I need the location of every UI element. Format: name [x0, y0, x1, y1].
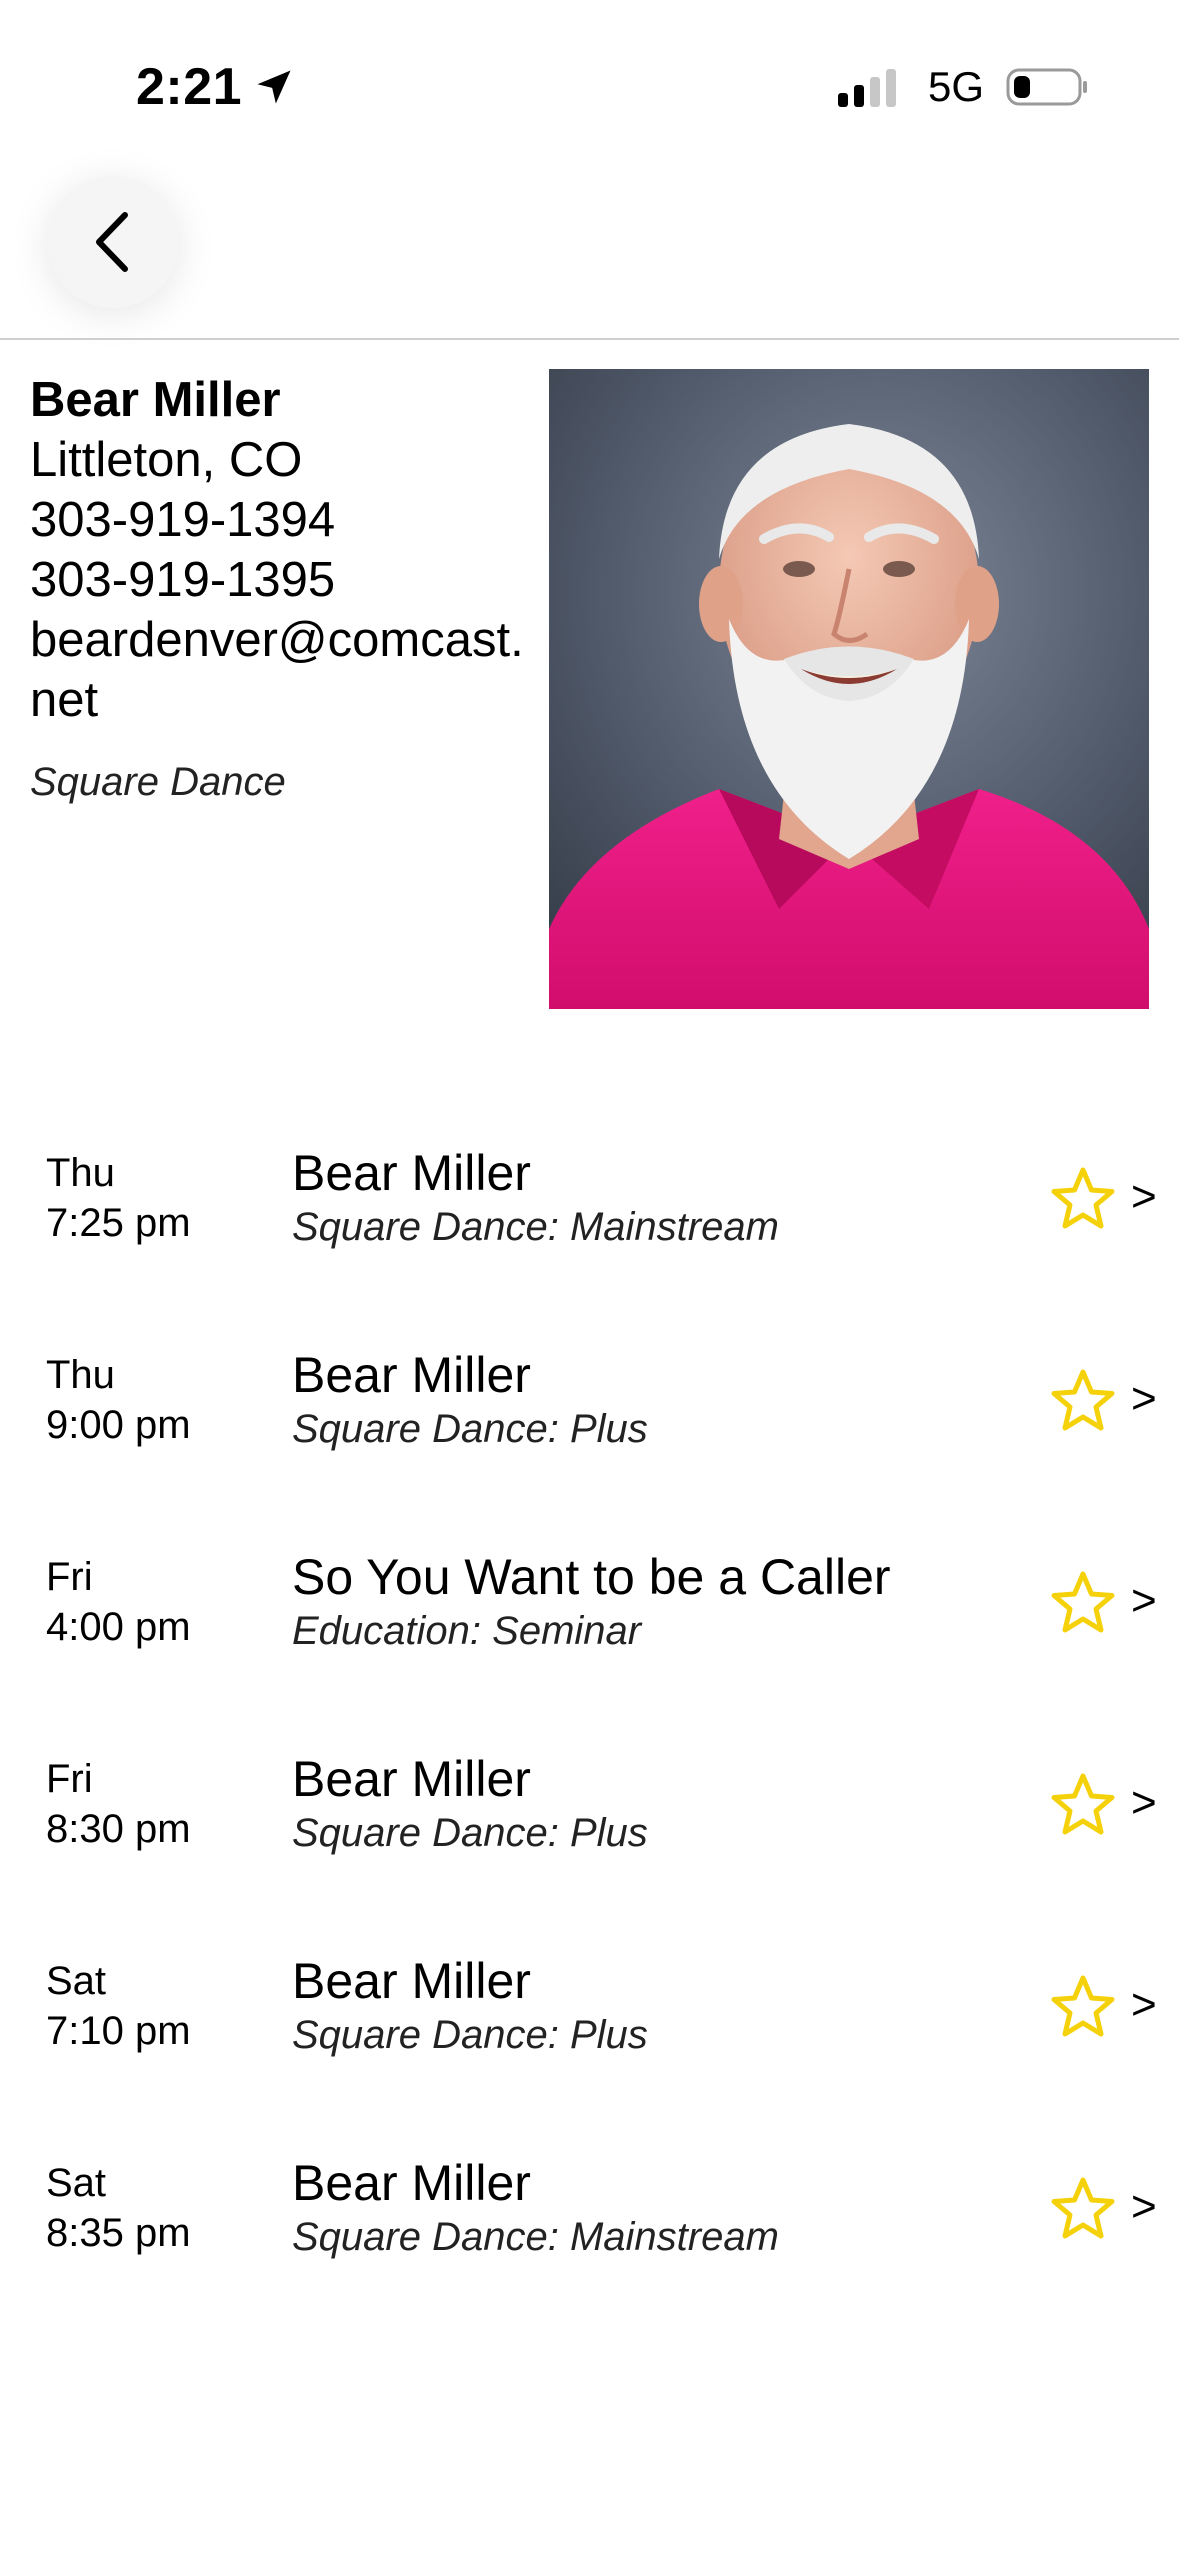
status-bar: 2:21 5G [0, 0, 1179, 170]
profile-info: Bear Miller Littleton, CO 303-919-1394 3… [30, 370, 550, 805]
session-subtitle: Square Dance: Plus [292, 2013, 648, 2057]
profile-phone-1[interactable]: 303-919-1394 [30, 490, 550, 550]
session-day: Thu [46, 1151, 115, 1195]
status-indicators: 5G [838, 60, 1090, 114]
session-subtitle: Education: Seminar [292, 1609, 642, 1653]
profile-location: Littleton, CO [30, 433, 303, 487]
clock: 2:21 [136, 52, 296, 122]
session-title: Bear Miller [292, 1953, 531, 2009]
session-subtitle: Square Dance: Plus [292, 1407, 648, 1451]
star-icon[interactable] [1050, 1570, 1116, 1634]
chevron-right-icon: > [1131, 1374, 1157, 1423]
session-time: 8:35 pm [46, 2211, 191, 2255]
session-title: Bear Miller [292, 1751, 531, 1807]
chevron-right-icon: > [1131, 1576, 1157, 1625]
session-time: 7:10 pm [46, 2009, 191, 2053]
network-type: 5G [928, 63, 985, 110]
list-item[interactable]: Sat 8:35 pm Bear Miller Square Dance: Ma… [0, 2130, 1179, 2332]
portrait-image [549, 369, 1149, 1009]
list-item[interactable]: Thu 7:25 pm Bear Miller Square Dance: Ma… [0, 1120, 1179, 1322]
star-icon[interactable] [1050, 1974, 1116, 2038]
back-button[interactable] [47, 176, 179, 308]
status-time: 2:21 [136, 58, 243, 116]
session-time: 9:00 pm [46, 1403, 191, 1447]
list-item[interactable]: Fri 8:30 pm Bear Miller Square Dance: Pl… [0, 1726, 1179, 1928]
signal-bars-icon [838, 67, 902, 107]
session-time: 7:25 pm [46, 1201, 191, 1245]
session-day: Fri [46, 1555, 93, 1599]
session-day: Sat [46, 2161, 107, 2205]
session-day: Fri [46, 1757, 93, 1801]
session-subtitle: Square Dance: Plus [292, 1811, 648, 1855]
session-time: 8:30 pm [46, 1807, 191, 1851]
star-icon[interactable] [1050, 1368, 1116, 1432]
session-title: Bear Miller [292, 1145, 531, 1201]
list-item[interactable]: Fri 4:00 pm So You Want to be a Caller E… [0, 1524, 1179, 1726]
battery-icon [1006, 68, 1088, 106]
session-title: So You Want to be a Caller [292, 1549, 891, 1605]
session-day: Sat [46, 1959, 107, 2003]
star-icon[interactable] [1050, 1772, 1116, 1836]
session-time: 4:00 pm [46, 1605, 191, 1649]
chevron-left-icon [96, 212, 128, 272]
list-item[interactable]: Thu 9:00 pm Bear Miller Square Dance: Pl… [0, 1322, 1179, 1524]
session-subtitle: Square Dance: Mainstream [292, 1205, 779, 1249]
chevron-right-icon: > [1131, 1778, 1157, 1827]
profile-email[interactable]: beardenver@comcast.net [30, 610, 550, 730]
star-icon[interactable] [1050, 2176, 1116, 2240]
profile-photo [549, 369, 1149, 1009]
header-divider [0, 338, 1179, 340]
profile-name: Bear Miller [30, 373, 281, 427]
chevron-right-icon: > [1131, 2182, 1157, 2231]
schedule-list: Thu 7:25 pm Bear Miller Square Dance: Ma… [0, 1120, 1179, 2332]
session-title: Bear Miller [292, 2155, 531, 2211]
list-item[interactable]: Sat 7:10 pm Bear Miller Square Dance: Pl… [0, 1928, 1179, 2130]
profile-phone-2[interactable]: 303-919-1395 [30, 550, 550, 610]
star-icon[interactable] [1050, 1166, 1116, 1230]
location-arrow-icon [257, 70, 291, 104]
session-subtitle: Square Dance: Mainstream [292, 2215, 779, 2259]
chevron-right-icon: > [1131, 1172, 1157, 1221]
chevron-right-icon: > [1131, 1980, 1157, 2029]
session-title: Bear Miller [292, 1347, 531, 1403]
session-day: Thu [46, 1353, 115, 1397]
profile-category: Square Dance [30, 760, 286, 804]
